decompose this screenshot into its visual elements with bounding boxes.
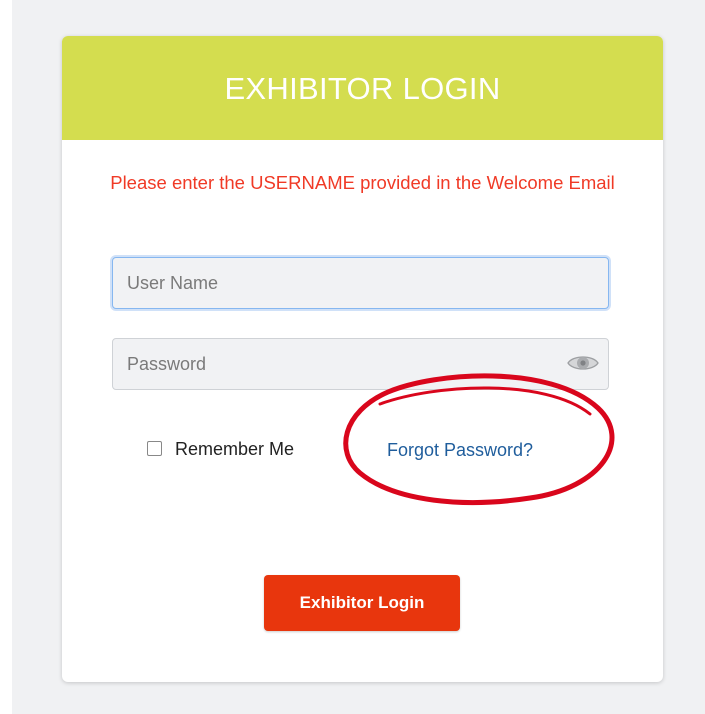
login-header: EXHIBITOR LOGIN [62, 36, 663, 140]
page-edge [0, 0, 12, 714]
forgot-password-link[interactable]: Forgot Password? [387, 440, 533, 461]
eye-icon [567, 356, 599, 370]
login-card: EXHIBITOR LOGIN Please enter the USERNAM… [62, 36, 663, 682]
remember-me-checkbox[interactable] [147, 440, 162, 456]
exhibitor-login-button[interactable]: Exhibitor Login [264, 575, 460, 631]
username-notice: Please enter the USERNAME provided in th… [110, 172, 615, 193]
show-password-toggle[interactable] [566, 348, 600, 378]
remember-me-label: Remember Me [175, 439, 295, 459]
password-input[interactable] [112, 338, 609, 390]
remember-me[interactable]: Remember Me [147, 439, 294, 460]
username-input[interactable] [112, 257, 609, 309]
page-title: EXHIBITOR LOGIN [224, 71, 501, 106]
